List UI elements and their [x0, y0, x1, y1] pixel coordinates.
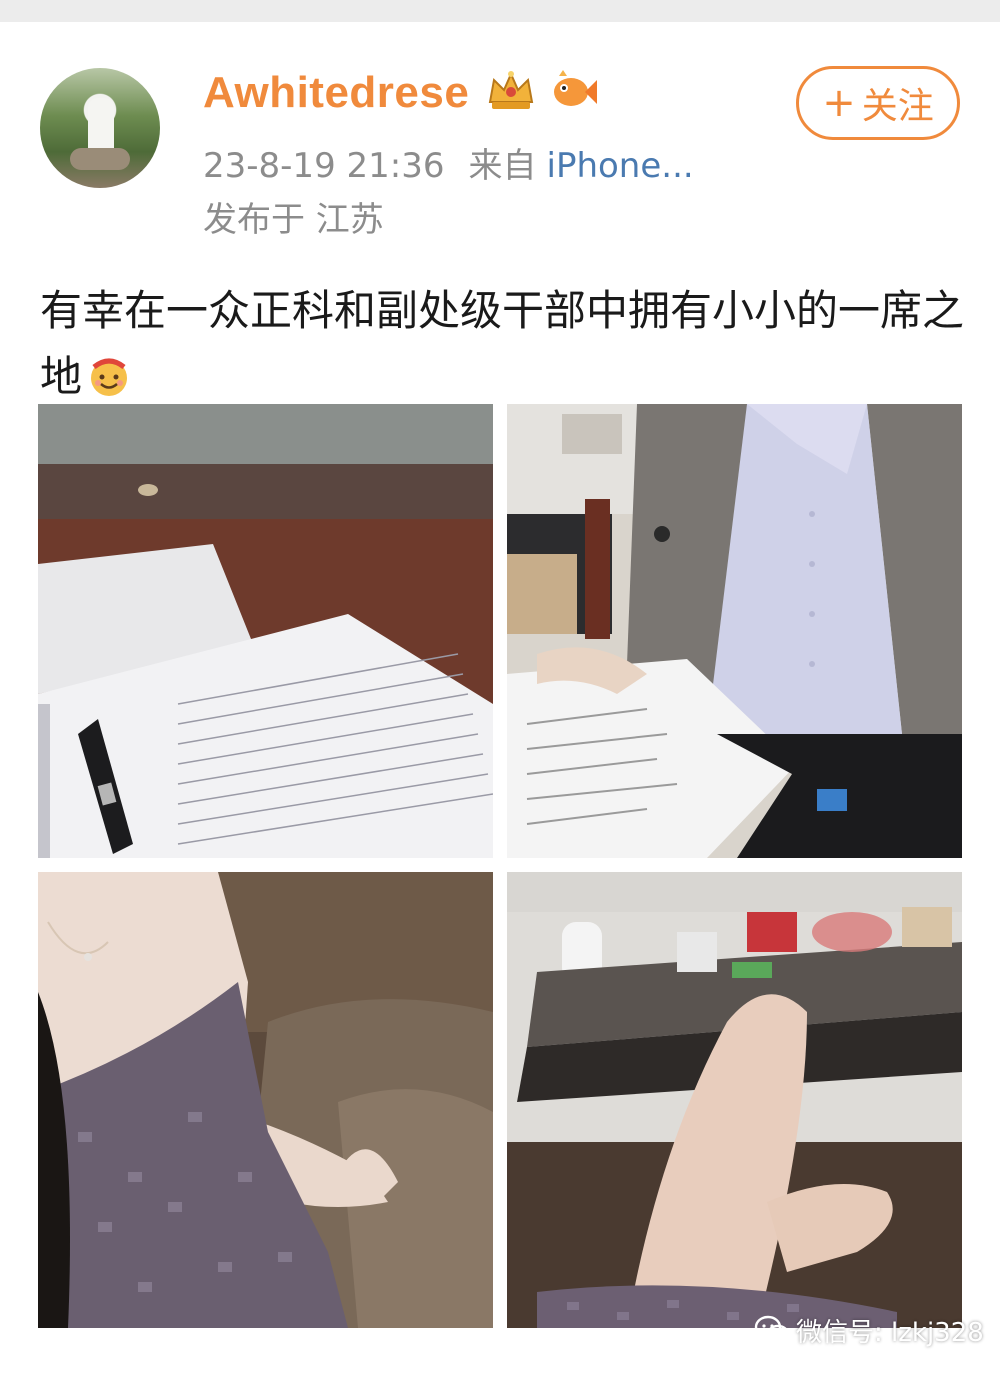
smile-emoji-icon — [91, 358, 128, 396]
post-body: 有幸在一众正科和副处级干部中拥有小小的一席之地 — [40, 278, 970, 410]
wechat-watermark: 微信号: lzkj328 — [754, 1306, 984, 1354]
crown-badge-icon — [488, 71, 534, 109]
tweed-dress-photo-image — [38, 872, 493, 1328]
notebook-photo-image — [38, 404, 493, 858]
sofa-table-photo-image — [507, 872, 962, 1328]
follow-label: 关注 — [861, 86, 934, 127]
source-link[interactable]: iPhone... — [547, 146, 694, 186]
sofa-table-photo[interactable] — [507, 872, 962, 1328]
office-outfit-photo-image — [507, 404, 962, 858]
avatar[interactable] — [40, 68, 160, 188]
wechat-icon — [754, 1315, 790, 1344]
post-date: 23-8-19 21:36 — [203, 146, 445, 186]
fish-badge-icon — [554, 70, 597, 106]
office-outfit-photo[interactable] — [507, 404, 962, 858]
source-label: 来自 — [468, 146, 537, 186]
top-status-strip — [0, 0, 1000, 22]
post-location: 发布于 江苏 — [203, 200, 384, 240]
plus-icon: + — [822, 80, 856, 126]
watermark-text: 微信号: lzkj328 — [796, 1317, 984, 1348]
follow-button[interactable]: + 关注 — [796, 66, 960, 140]
notebook-photo[interactable] — [38, 404, 493, 858]
tweed-dress-photo[interactable] — [38, 872, 493, 1328]
avatar-dog — [70, 148, 130, 170]
username[interactable]: Awhitedrese — [203, 68, 469, 118]
post-text: 有幸在一众正科和副处级干部中拥有小小的一席之地 — [40, 286, 965, 401]
post-meta: 23-8-19 21:36 来自 iPhone... — [203, 138, 694, 187]
